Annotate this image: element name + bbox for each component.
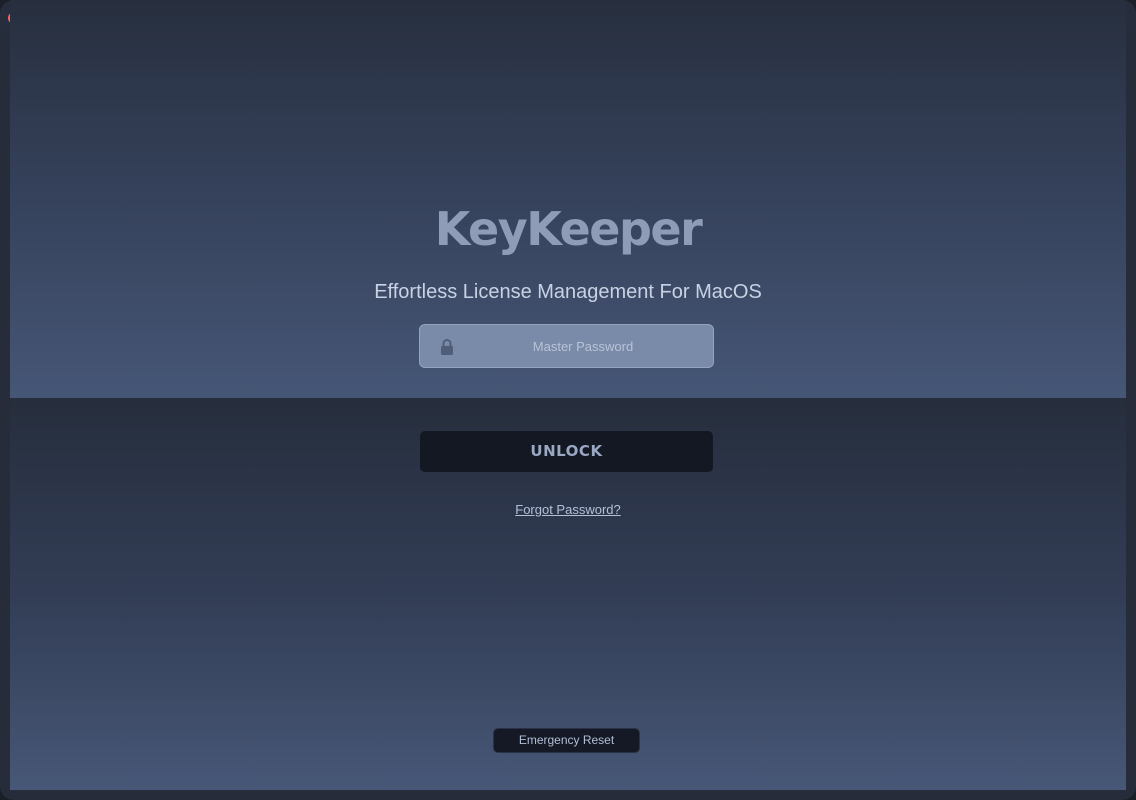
app-title: KeyKeeper	[434, 202, 703, 256]
master-password-input[interactable]	[470, 325, 696, 367]
master-password-field[interactable]	[419, 324, 714, 368]
lock-icon	[441, 339, 453, 355]
window-frame-left	[0, 34, 10, 800]
forgot-password-link[interactable]: Forgot Password?	[515, 502, 621, 517]
emergency-reset-button[interactable]: Emergency Reset	[493, 728, 640, 753]
forgot-password-row: Forgot Password?	[0, 502, 1136, 517]
window-frame-bottom	[0, 790, 1136, 800]
unlock-button[interactable]: UNLOCK	[419, 430, 714, 473]
app-subtitle: Effortless License Management For MacOS	[374, 281, 762, 303]
window-frame-right	[1126, 34, 1136, 800]
app-window: KeyKeeper Effortless License Management …	[0, 0, 1136, 800]
